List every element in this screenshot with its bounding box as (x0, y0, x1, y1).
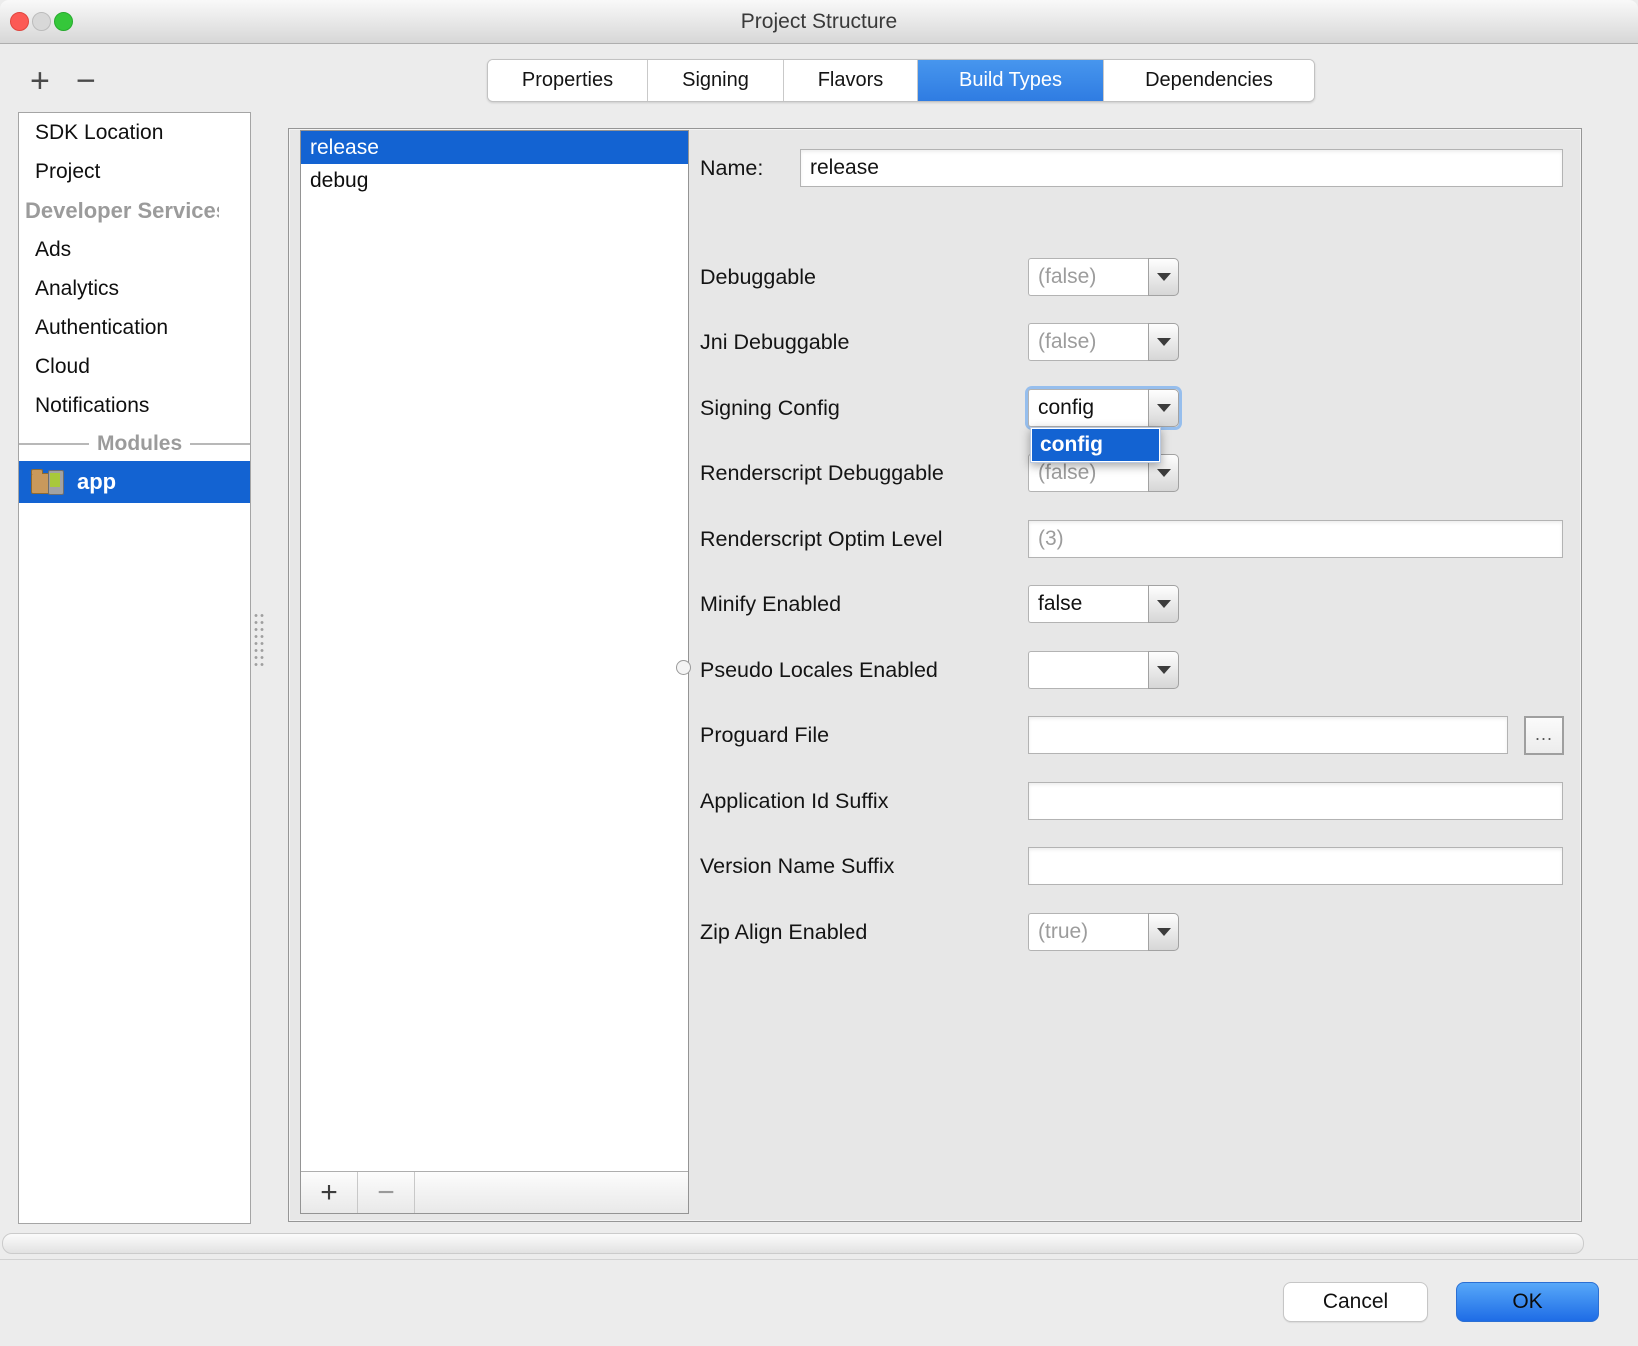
proguard-file-input[interactable] (1028, 716, 1508, 754)
zip-align-enabled-dropdown-value: (true) (1028, 913, 1148, 951)
dropdown-popup: config (1030, 427, 1161, 463)
debuggable-dropdown-button[interactable] (1148, 258, 1179, 296)
list-item-debug[interactable]: debug (301, 164, 688, 197)
tab-signing[interactable]: Signing (648, 60, 784, 101)
build-type-add-button[interactable]: + (301, 1172, 358, 1213)
bottom-resize-bar (2, 1233, 1584, 1254)
minify-enabled-dropdown[interactable]: false (1028, 585, 1179, 623)
minify-enabled-dropdown-button[interactable] (1148, 585, 1179, 623)
list-item-release[interactable]: release (301, 131, 688, 164)
debuggable-dropdown[interactable]: (false) (1028, 258, 1179, 296)
build-types-toolbar: + − (301, 1171, 688, 1213)
form-label-version-name-suffix: Version Name Suffix (700, 847, 894, 885)
jni-debuggable-dropdown-value: (false) (1028, 323, 1148, 361)
form-label-application-id-suffix: Application Id Suffix (700, 782, 888, 820)
chevron-down-icon (1157, 404, 1171, 412)
sidebar-item-analytics[interactable]: Analytics (19, 269, 250, 308)
sidebar-item-cloud[interactable]: Cloud (19, 347, 250, 386)
sidebar-section-developer-services: Developer Services (19, 191, 219, 230)
sidebar-item-sdk-location[interactable]: SDK Location (19, 113, 250, 152)
cancel-button[interactable]: Cancel (1283, 1282, 1428, 1322)
chevron-down-icon (1157, 928, 1171, 936)
form-label-zip-align-enabled: Zip Align Enabled (700, 913, 867, 951)
signing-config-dropdown-value: config (1028, 389, 1148, 427)
sidebar-item-project[interactable]: Project (19, 152, 250, 191)
tab-bar: PropertiesSigningFlavorsBuild TypesDepen… (487, 59, 1315, 102)
form-label-minify-enabled: Minify Enabled (700, 585, 841, 623)
sidebar-panel: SDK LocationProjectDeveloper ServicesAds… (18, 112, 251, 1224)
pseudo-locales-enabled-dropdown-button[interactable] (1148, 651, 1179, 689)
zip-align-enabled-dropdown[interactable]: (true) (1028, 913, 1179, 951)
sidebar-item-ads[interactable]: Ads (19, 230, 250, 269)
proguard-file-browse-button[interactable]: ... (1524, 716, 1564, 755)
debuggable-dropdown-value: (false) (1028, 258, 1148, 296)
module-label: app (77, 469, 116, 495)
form-label-pseudo-locales-enabled: Pseudo Locales Enabled (700, 651, 938, 689)
pseudo-locales-enabled-dropdown[interactable] (1028, 651, 1179, 689)
jni-debuggable-dropdown[interactable]: (false) (1028, 323, 1179, 361)
zip-align-enabled-dropdown-button[interactable] (1148, 913, 1179, 951)
chevron-down-icon (1157, 666, 1171, 674)
window-title: Project Structure (0, 0, 1638, 43)
sidebar-splitter-grip[interactable] (253, 612, 266, 668)
form-label-signing-config: Signing Config (700, 389, 840, 427)
sidebar-item-app[interactable]: app (19, 461, 250, 503)
build-types-toolbar-spacer (415, 1172, 688, 1213)
chevron-down-icon (1157, 338, 1171, 346)
device-screen-shape (50, 473, 60, 487)
footer-divider (0, 1259, 1638, 1260)
pseudo-locales-enabled-dropdown-value (1028, 651, 1148, 689)
chevron-down-icon (1157, 469, 1171, 477)
form-label-renderscript-debuggable: Renderscript Debuggable (700, 454, 944, 492)
titlebar: Project Structure (0, 0, 1638, 44)
chevron-down-icon (1157, 273, 1171, 281)
form-label-proguard-file: Proguard File (700, 716, 829, 754)
sidebar-add-button[interactable]: + (30, 64, 50, 98)
tab-flavors[interactable]: Flavors (784, 60, 918, 101)
splitter-collapse-handle[interactable] (676, 660, 691, 675)
android-module-icon (31, 468, 67, 496)
sidebar-remove-button[interactable]: − (76, 64, 96, 98)
renderscript-optim-level-input[interactable] (1028, 520, 1563, 558)
form-label-jni-debuggable: Jni Debuggable (700, 323, 849, 361)
sidebar-item-notifications[interactable]: Notifications (19, 386, 250, 425)
jni-debuggable-dropdown-button[interactable] (1148, 323, 1179, 361)
name-input[interactable] (800, 149, 1563, 187)
tab-build-types[interactable]: Build Types (918, 60, 1104, 101)
form-label-renderscript-optim-level: Renderscript Optim Level (700, 520, 943, 558)
form-label-debuggable: Debuggable (700, 258, 816, 296)
signing-config-dropdown-button[interactable] (1148, 389, 1179, 427)
form-label-name: Name: (700, 149, 763, 187)
minify-enabled-dropdown-value: false (1028, 585, 1148, 623)
modules-separator: Modules (19, 431, 250, 457)
dropdown-option-config[interactable]: config (1032, 429, 1159, 461)
tab-properties[interactable]: Properties (488, 60, 648, 101)
version-name-suffix-input[interactable] (1028, 847, 1563, 885)
signing-config-dropdown[interactable]: config (1028, 389, 1179, 427)
ok-button[interactable]: OK (1456, 1282, 1599, 1322)
build-type-remove-button[interactable]: − (358, 1172, 415, 1213)
chevron-down-icon (1157, 600, 1171, 608)
sidebar-item-authentication[interactable]: Authentication (19, 308, 250, 347)
modules-separator-label: Modules (97, 432, 182, 456)
application-id-suffix-input[interactable] (1028, 782, 1563, 820)
tab-dependencies[interactable]: Dependencies (1104, 60, 1314, 101)
build-types-list: releasedebug + − (300, 130, 689, 1214)
